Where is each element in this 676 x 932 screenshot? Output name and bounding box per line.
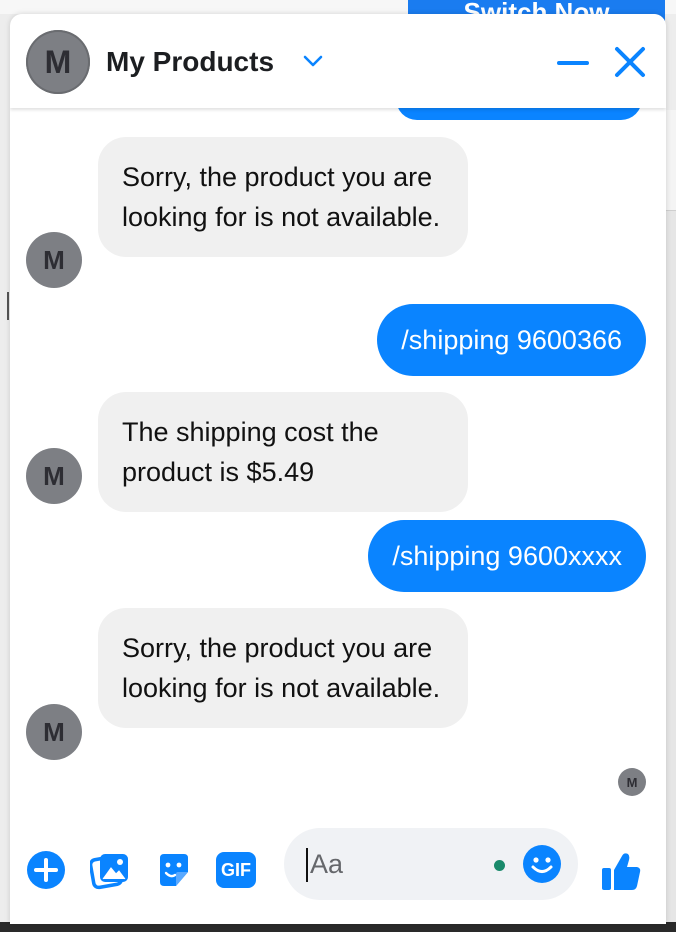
- photo-icon[interactable]: [90, 850, 130, 890]
- chat-window: M My Products Sorry, the product you are…: [10, 14, 666, 924]
- background-text-cursor: [7, 292, 9, 320]
- message-bubble-incoming: Sorry, the product you are looking for i…: [98, 137, 468, 257]
- message-bubble-outgoing: /shipping 9600366: [377, 304, 646, 376]
- message-input-container[interactable]: [284, 828, 578, 900]
- page-background-right: [666, 110, 676, 930]
- message-list[interactable]: Sorry, the product you are looking for i…: [10, 78, 666, 808]
- chat-header: M My Products: [10, 14, 666, 108]
- message-bubble-incoming: Sorry, the product you are looking for i…: [98, 608, 468, 728]
- message-input[interactable]: [310, 842, 480, 886]
- avatar[interactable]: M: [26, 30, 90, 94]
- close-icon[interactable]: [612, 44, 648, 80]
- composer: GIF: [10, 822, 666, 912]
- smile-icon[interactable]: [522, 844, 562, 884]
- seen-indicator-avatar: M: [618, 768, 646, 796]
- text-cursor: [306, 848, 308, 882]
- gif-icon[interactable]: GIF: [216, 852, 256, 888]
- message-bubble-outgoing: /shipping 9600xxxx: [368, 520, 646, 592]
- chat-title[interactable]: My Products: [106, 46, 274, 78]
- status-dot: [494, 860, 505, 871]
- thumbs-up-icon[interactable]: [600, 850, 642, 892]
- avatar: M: [26, 448, 82, 504]
- avatar: M: [26, 704, 82, 760]
- sticker-icon[interactable]: [154, 850, 194, 890]
- minimize-icon[interactable]: [556, 46, 590, 80]
- message-bubble-incoming: The shipping cost the product is $5.49: [98, 392, 468, 512]
- chevron-down-icon[interactable]: [302, 54, 324, 68]
- plus-icon[interactable]: [26, 850, 66, 890]
- avatar: M: [26, 232, 82, 288]
